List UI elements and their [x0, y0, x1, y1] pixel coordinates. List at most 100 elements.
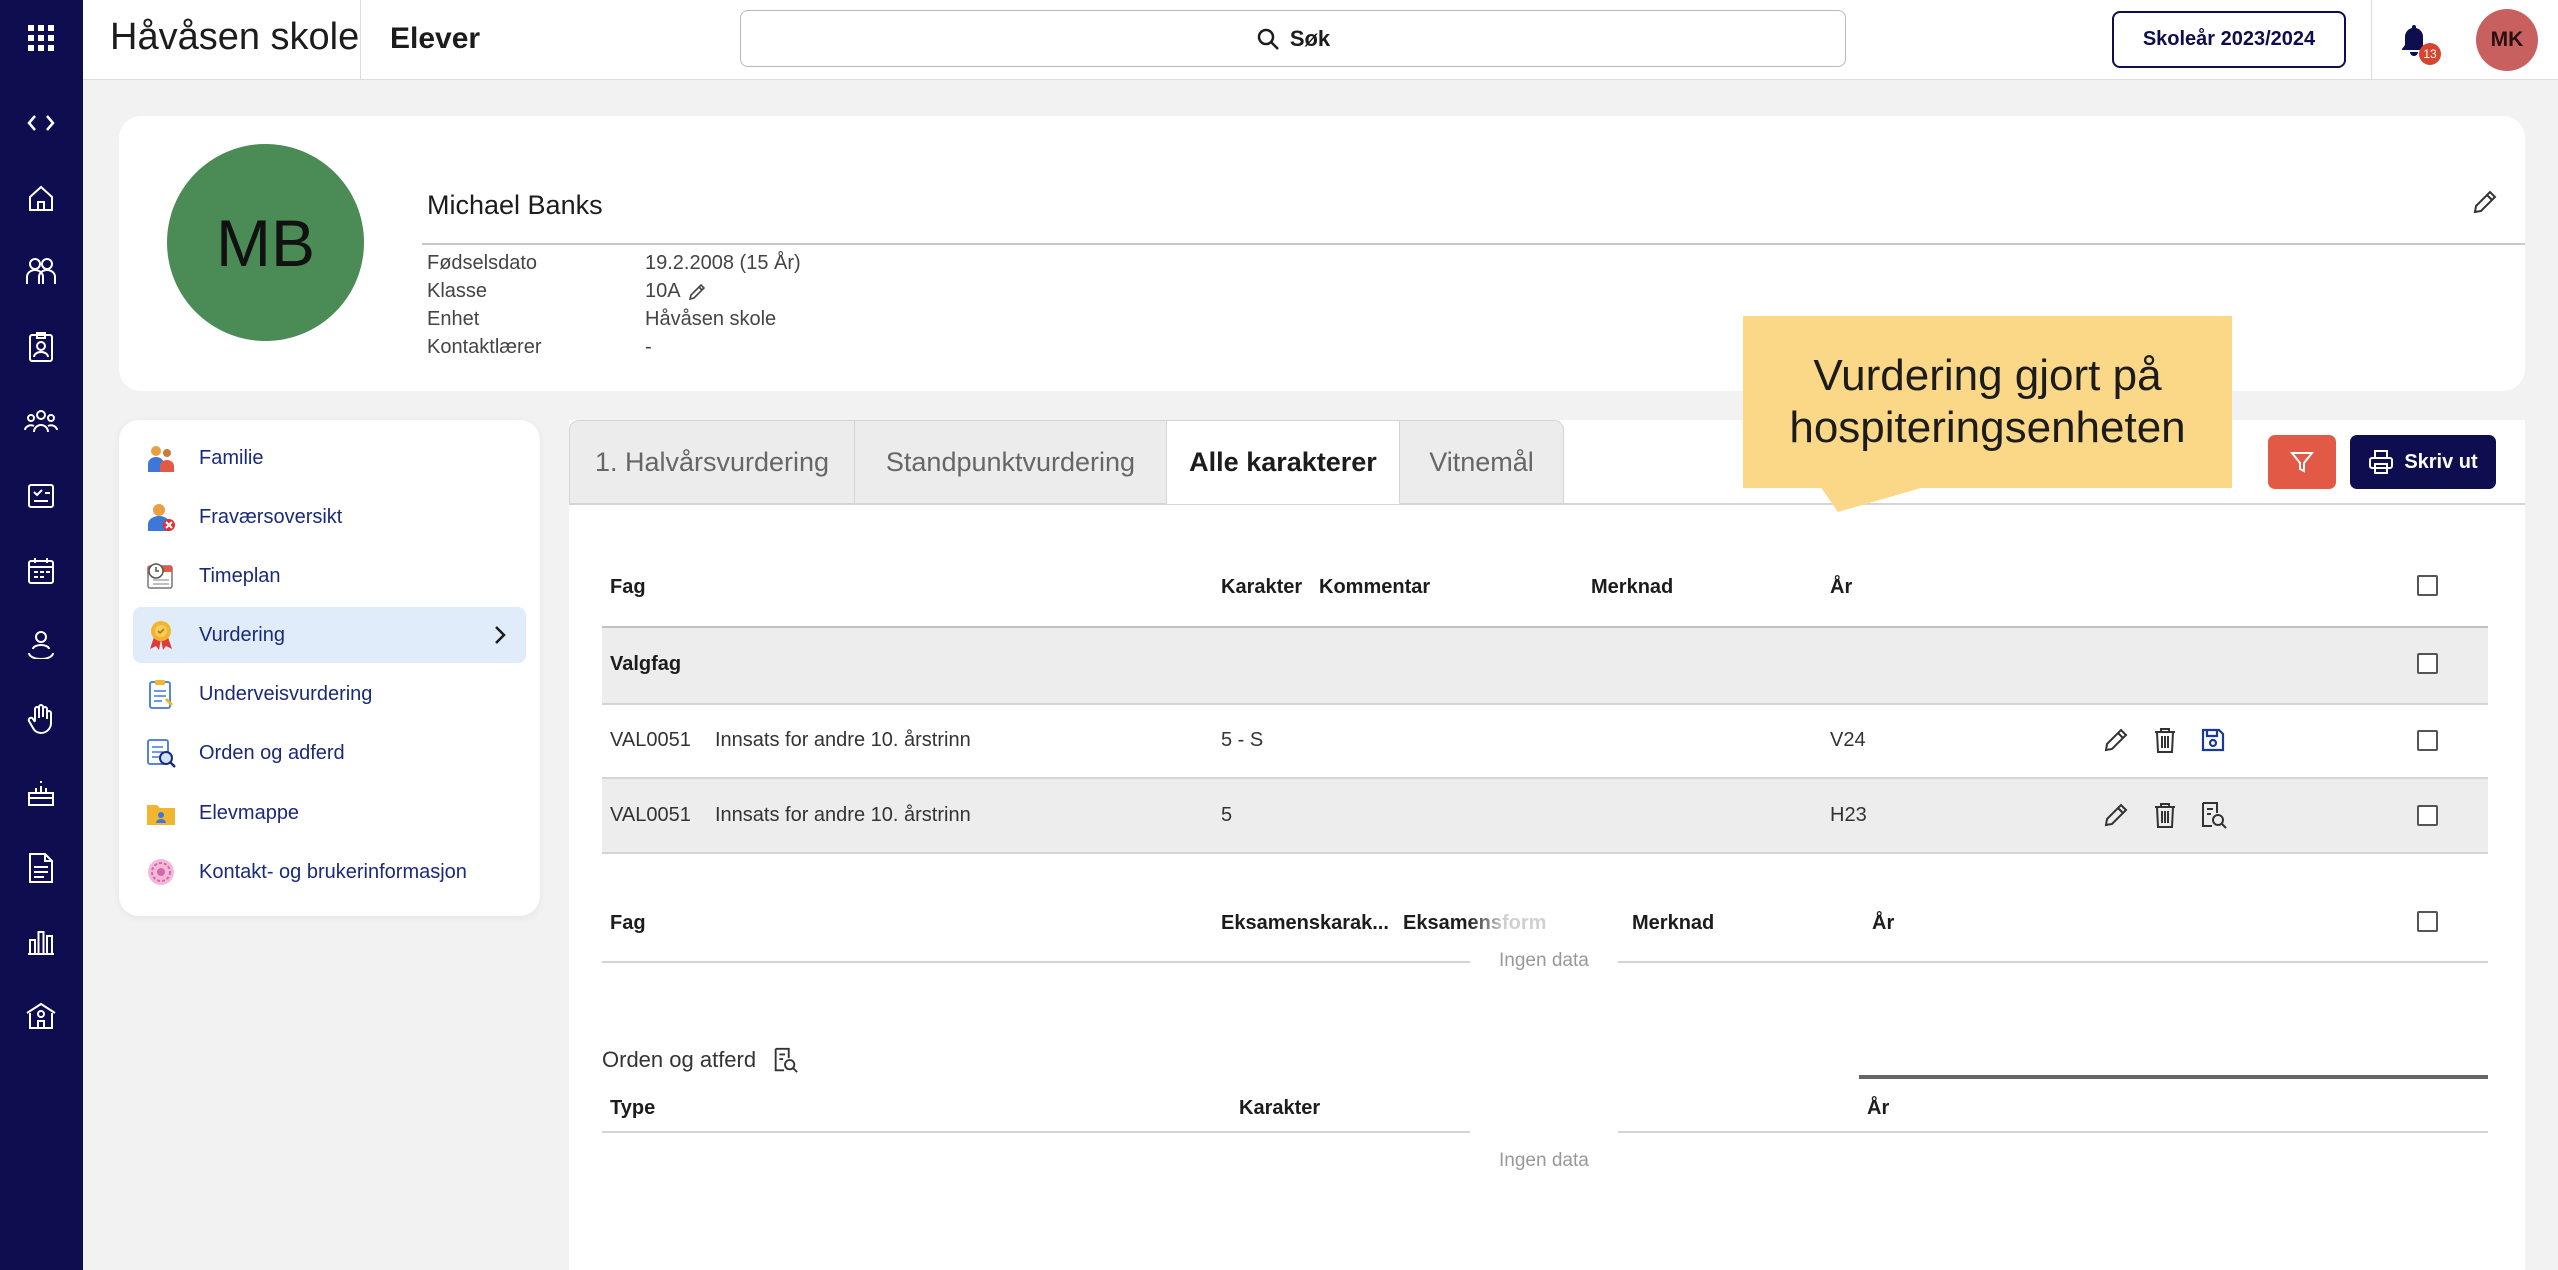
menu-label: Fraværsoversikt [199, 505, 343, 528]
home-icon[interactable] [21, 178, 61, 218]
divider [602, 852, 2488, 854]
divider [422, 243, 2525, 245]
tab-indicator [1859, 1075, 2488, 1079]
divider [360, 0, 361, 80]
trash-icon[interactable] [2150, 725, 2180, 755]
user-avatar[interactable]: MK [2476, 9, 2538, 71]
search-input[interactable]: Søk [740, 10, 1846, 67]
tab-alle-karakterer[interactable]: Alle karakterer [1166, 420, 1400, 504]
groups-icon[interactable] [21, 401, 61, 441]
print-label: Skriv ut [2404, 450, 2478, 473]
field-label: Enhet [427, 308, 480, 330]
menu-label: Orden og adferd [199, 741, 345, 764]
app-grid-icon[interactable] [21, 18, 61, 58]
document-search-icon[interactable] [771, 1046, 799, 1074]
conduct-title: Orden og atferd [602, 1047, 757, 1072]
timetable-icon [147, 563, 173, 589]
col-header-karakter: Karakter [1221, 576, 1303, 598]
pencil-icon[interactable] [2101, 725, 2131, 755]
birthdate-value: 19.2.2008 (15 År) [645, 252, 801, 274]
assessment-icon[interactable] [21, 475, 61, 515]
menu-item-fravaersoversikt[interactable]: Fraværsoversikt [133, 489, 526, 545]
school-name: Håvåsen skole [110, 16, 360, 58]
menu-item-vurdering[interactable]: Vurdering [133, 607, 526, 663]
medal-icon [150, 621, 172, 650]
tab-halvarsvurdering[interactable]: 1. Halvårsvurdering [569, 420, 855, 504]
pencil-icon[interactable] [2101, 800, 2131, 830]
empty-state: Ingen data [1499, 1150, 1589, 1171]
empty-state: Ingen data [1499, 950, 1589, 971]
subject-name: Innsats for andre 10. årstrinn [715, 804, 971, 826]
divider [602, 961, 1470, 963]
subject-name: Innsats for andre 10. årstrinn [715, 729, 971, 751]
contact-icon [148, 859, 174, 885]
filter-button[interactable] [2268, 435, 2336, 489]
menu-item-familie[interactable]: Familie [133, 430, 526, 486]
students-icon[interactable] [21, 251, 61, 291]
divider [1618, 1131, 2488, 1133]
menu-item-kontakt-og-brukerinformasjon[interactable]: Kontakt- og brukerinformasjon [133, 844, 526, 900]
field-label: Kontaktlærer [427, 336, 542, 358]
absence-icon [148, 504, 175, 531]
divider [602, 703, 2488, 705]
divider [602, 1131, 1470, 1133]
menu-label: Vurdering [199, 623, 285, 646]
person-icon[interactable] [21, 624, 61, 664]
menu-item-timeplan[interactable]: Timeplan [133, 548, 526, 604]
pencil-icon[interactable] [687, 282, 707, 302]
field-label: Fødselsdato [427, 252, 538, 274]
select-all-checkbox[interactable] [2417, 575, 2438, 596]
contact-teacher-value: - [645, 336, 652, 358]
student-avatar: MB [167, 144, 364, 341]
row-checkbox[interactable] [2417, 805, 2438, 826]
menu-item-elevmappe[interactable]: Elevmappe [133, 785, 526, 841]
chart-icon[interactable] [21, 921, 61, 961]
school-year-button[interactable]: Skoleår 2023/2024 [2112, 11, 2346, 68]
divider [602, 777, 2488, 779]
side-menu: Familie Fraværsoversikt Timeplan Vurderi… [119, 420, 540, 916]
col-header-merknad: Merknad [1632, 912, 1715, 934]
school-icon[interactable] [21, 996, 61, 1036]
calendar-icon[interactable] [21, 551, 61, 591]
group-label: Valgfag [610, 653, 682, 675]
cake-icon[interactable] [21, 773, 61, 813]
edit-profile-icon[interactable] [2471, 188, 2499, 216]
family-icon [148, 446, 174, 472]
conduct-icon [147, 739, 176, 768]
year-value: V24 [1830, 729, 1866, 751]
grade-value: 5 [1221, 804, 1233, 826]
print-button[interactable]: Skriv ut [2350, 435, 2496, 489]
col-header-eksamensform: Eksamensform [1403, 912, 1546, 934]
chevron-right-icon [495, 626, 506, 644]
group-checkbox[interactable] [2417, 653, 2438, 674]
subject-code: VAL0051 [610, 804, 691, 826]
hand-icon[interactable] [21, 699, 61, 739]
clipboard-icon [149, 680, 173, 709]
search-label: Søk [1289, 25, 1331, 51]
badge-icon[interactable] [21, 327, 61, 367]
collapse-expand-icon[interactable] [21, 103, 61, 143]
menu-label: Underveisvurdering [199, 682, 373, 705]
col-header-karakter: Karakter [1239, 1097, 1321, 1119]
save-icon[interactable] [2198, 725, 2228, 755]
unit-value: Håvåsen skole [645, 308, 777, 330]
tab-vitnemal[interactable]: Vitnemål [1399, 420, 1564, 504]
page-title: Elever [390, 22, 481, 55]
top-bar: Håvåsen skole Elever Søk Skoleår 2023/20… [83, 0, 2558, 80]
menu-item-orden-og-adferd[interactable]: Orden og adferd [133, 725, 526, 781]
document-search-icon[interactable] [2198, 800, 2228, 830]
col-header-ar: År [1867, 1097, 1890, 1119]
search-icon [1257, 28, 1279, 50]
row-checkbox[interactable] [2417, 730, 2438, 751]
year-value: H23 [1830, 804, 1867, 826]
tab-standpunktvurdering[interactable]: Standpunktvurdering [854, 420, 1167, 504]
menu-item-underveisvurdering[interactable]: Underveisvurdering [133, 666, 526, 722]
trash-icon[interactable] [2150, 800, 2180, 830]
folder-icon [147, 805, 175, 825]
col-header-fag: Fag [610, 576, 646, 598]
col-header-ar: År [1872, 912, 1895, 934]
callout-line: Vurdering gjort på [1813, 351, 2162, 400]
col-header-type: Type [610, 1097, 656, 1119]
select-all-checkbox[interactable] [2417, 911, 2438, 932]
document-icon[interactable] [21, 848, 61, 888]
